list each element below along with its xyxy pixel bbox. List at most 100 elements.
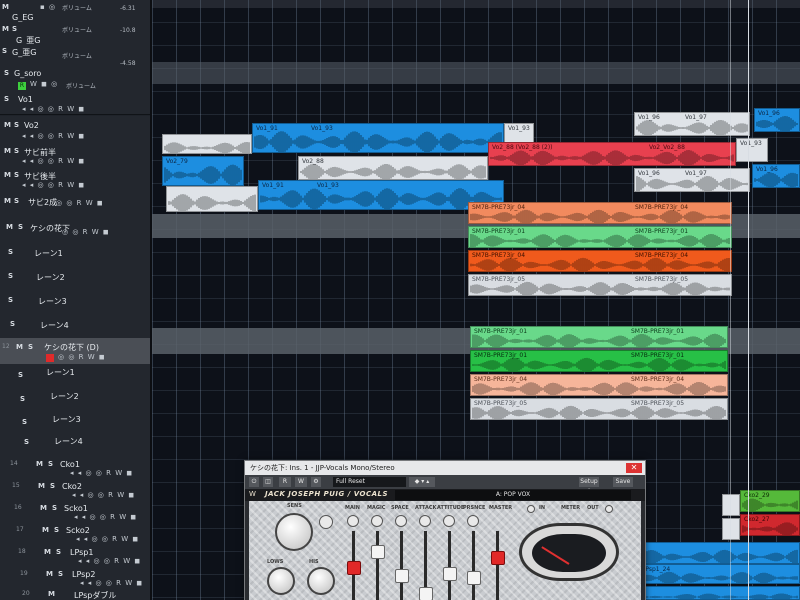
audio-clip[interactable]: SM7B-PRE73jr_04 SM7B-PRE73jr_04	[468, 250, 732, 272]
track-row[interactable]: 15 M S Cko2 ◂ ◂ ◎ ◎ R W ◼	[0, 480, 150, 503]
audio-clip[interactable]: SM7B-PRE73jr_04 SM7B-PRE73jr_04	[468, 202, 732, 224]
plugin-window[interactable]: ケシの花下: Ins. 1 - JJP-Vocals Mono/Stereo ✕…	[244, 460, 646, 600]
solo-button[interactable]: S	[56, 548, 61, 556]
bypass-button[interactable]: ◫	[263, 477, 273, 487]
audio-clip[interactable]: SM7B-PRE73jr_05 SM7B-PRE73jr_05	[470, 398, 728, 420]
solo-button[interactable]: S	[12, 25, 17, 33]
track-rw-icons[interactable]: ◂ ◂ ◎ ◎ R W ◼	[78, 557, 141, 565]
audio-clip[interactable]: Cko2_29	[740, 490, 800, 512]
track-rw-icons[interactable]: ◂ ◂ ◎ ◎ R W ◼	[22, 157, 85, 165]
mute-button[interactable]: M	[6, 223, 13, 231]
audio-clip[interactable]: Vo2_88	[298, 156, 488, 180]
audio-clip[interactable]: Vo1_96 Vo1_97	[634, 112, 750, 136]
audio-clip[interactable]: SM7B-PRE73jr_04 SM7B-PRE73jr_04	[470, 374, 728, 396]
track-rw-icons[interactable]: ◂ ◂ ◎ ◎ R W ◼	[22, 181, 85, 189]
mute-button[interactable]: M	[36, 460, 43, 468]
mute-button[interactable]: M	[38, 482, 45, 490]
record-enable-button[interactable]	[46, 353, 54, 362]
magic-fader[interactable]	[371, 545, 385, 559]
attitude-fader[interactable]	[443, 567, 457, 581]
write-button[interactable]: W	[295, 477, 307, 487]
track-rw-icons[interactable]: ▪ ◎	[40, 3, 56, 11]
solo-button[interactable]: S	[18, 371, 23, 379]
main-fader[interactable]	[347, 561, 361, 575]
track-row[interactable]: 19 M S LPsp2 ◂ ◂ ◎ ◎ R W ◼	[0, 568, 150, 591]
preset-field[interactable]: Full Reset	[333, 477, 406, 487]
track-row[interactable]: M G_EG ▪ ◎ ボリューム -6.31	[0, 0, 150, 23]
lane-row[interactable]: S レーン2	[0, 388, 150, 413]
mute-button[interactable]: M	[48, 590, 55, 598]
track-name[interactable]: LPsp2	[72, 570, 95, 579]
track-name[interactable]: Scko2	[66, 526, 90, 535]
track-name[interactable]: ケシの花下 (D)	[44, 342, 99, 353]
meter-out-button[interactable]	[605, 505, 613, 513]
track-rw-icons[interactable]: ◂ ◂ ◎ ◎ R W ◼	[80, 579, 143, 587]
track-row[interactable]: 17 M S Scko2 ◂ ◂ ◎ ◎ R W ◼	[0, 524, 150, 547]
rec-lamp[interactable]: R	[18, 80, 26, 90]
audio-clip[interactable]	[638, 586, 800, 600]
lane-row[interactable]: S レーン2	[0, 264, 150, 289]
audio-clip[interactable]: Cko2_27	[740, 514, 800, 536]
track-rw-icons[interactable]: W ◼ ◎	[30, 80, 58, 88]
track-name[interactable]: Cko2	[62, 482, 82, 491]
track-name[interactable]: サビ2成	[28, 197, 57, 208]
mute-button[interactable]: M	[46, 570, 53, 578]
audio-clip[interactable]: Vo1_91 Vo1_93	[252, 123, 504, 153]
solo-button[interactable]: S	[18, 223, 23, 231]
track-rw-icons[interactable]: ◂ ◂ ◎ ◎ R W ◼	[74, 513, 137, 521]
audio-clip[interactable]: SM7B-PRE73jr_01 SM7B-PRE73jr_01	[470, 350, 728, 372]
presence-knob[interactable]	[467, 515, 479, 527]
audio-clip[interactable]	[166, 186, 258, 212]
lane-row[interactable]: S レーン1	[0, 240, 150, 265]
solo-button[interactable]: S	[8, 248, 13, 256]
solo-button[interactable]: S	[24, 438, 29, 446]
solo-button[interactable]: S	[8, 272, 13, 280]
master-fader[interactable]	[491, 551, 505, 565]
mute-button[interactable]: M	[4, 197, 11, 205]
solo-button[interactable]: S	[20, 395, 25, 403]
track-rw-icons[interactable]: ◂ ◂ ◎ ◎ R W ◼	[22, 105, 85, 113]
lane-row[interactable]: S レーン4	[0, 312, 150, 339]
track-name[interactable]: Vo1	[18, 95, 33, 104]
track-name[interactable]: Cko1	[60, 460, 80, 469]
track-rw-icons[interactable]: ◎ ◎ R W ◼	[56, 199, 104, 207]
presence-fader[interactable]	[467, 571, 481, 585]
lows-knob[interactable]	[267, 567, 295, 595]
track-rw-icons[interactable]: ◂ ◂ ◎ ◎ R W ◼	[70, 469, 133, 477]
lane-name[interactable]: レーン1	[34, 248, 63, 259]
audio-clip[interactable]: Vo1_93	[736, 138, 768, 162]
mute-button[interactable]: M	[4, 121, 11, 129]
save-button[interactable]: Save	[613, 477, 633, 487]
solo-button[interactable]: S	[48, 460, 53, 468]
solo-button[interactable]: S	[58, 570, 63, 578]
lane-name[interactable]: レーン2	[36, 272, 65, 283]
solo-button[interactable]: S	[28, 343, 33, 351]
playhead-cursor[interactable]	[748, 0, 749, 600]
track-row[interactable]: M S ケシの花下 ◎ ◎ R W ◼	[0, 216, 150, 241]
his-knob[interactable]	[307, 567, 335, 595]
gear-icon[interactable]: ⚙	[311, 477, 321, 487]
audio-clip[interactable]: Vo1_96	[752, 164, 800, 188]
lane-row[interactable]: S レーン3	[0, 288, 150, 313]
track-row[interactable]: 20 M LPspダブル	[0, 590, 150, 600]
audio-clip[interactable]: SM7B-PRE73jr_01 SM7B-PRE73jr_01	[468, 226, 732, 248]
track-rw-icons[interactable]: ◎ ◎ R W ◼	[62, 228, 110, 236]
preset-name[interactable]: A: POP VOX	[395, 490, 631, 500]
solo-button[interactable]: S	[4, 69, 9, 77]
mute-button[interactable]: M	[16, 343, 23, 351]
attitude-knob[interactable]	[443, 515, 455, 527]
power-button[interactable]: ⏻	[249, 477, 259, 487]
solo-button[interactable]: S	[52, 504, 57, 512]
knob[interactable]	[319, 515, 333, 529]
solo-button[interactable]: S	[54, 526, 59, 534]
setup-ab-button[interactable]: Setup A	[579, 477, 599, 495]
mute-button[interactable]: M	[4, 171, 11, 179]
track-name[interactable]: G_EG	[12, 13, 33, 22]
meter-in-button[interactable]	[527, 505, 535, 513]
solo-button[interactable]: S	[22, 418, 27, 426]
track-name[interactable]: G_亜G	[12, 47, 36, 58]
audio-clip[interactable]: SM7B-PRE73jr_01 SM7B-PRE73jr_01	[470, 326, 728, 348]
track-row-selected[interactable]: 12 M S ケシの花下 (D) ◎ ◎ R W ◼	[0, 338, 150, 365]
volume-value[interactable]: -10.8	[120, 27, 136, 34]
solo-button[interactable]: S	[14, 197, 19, 205]
